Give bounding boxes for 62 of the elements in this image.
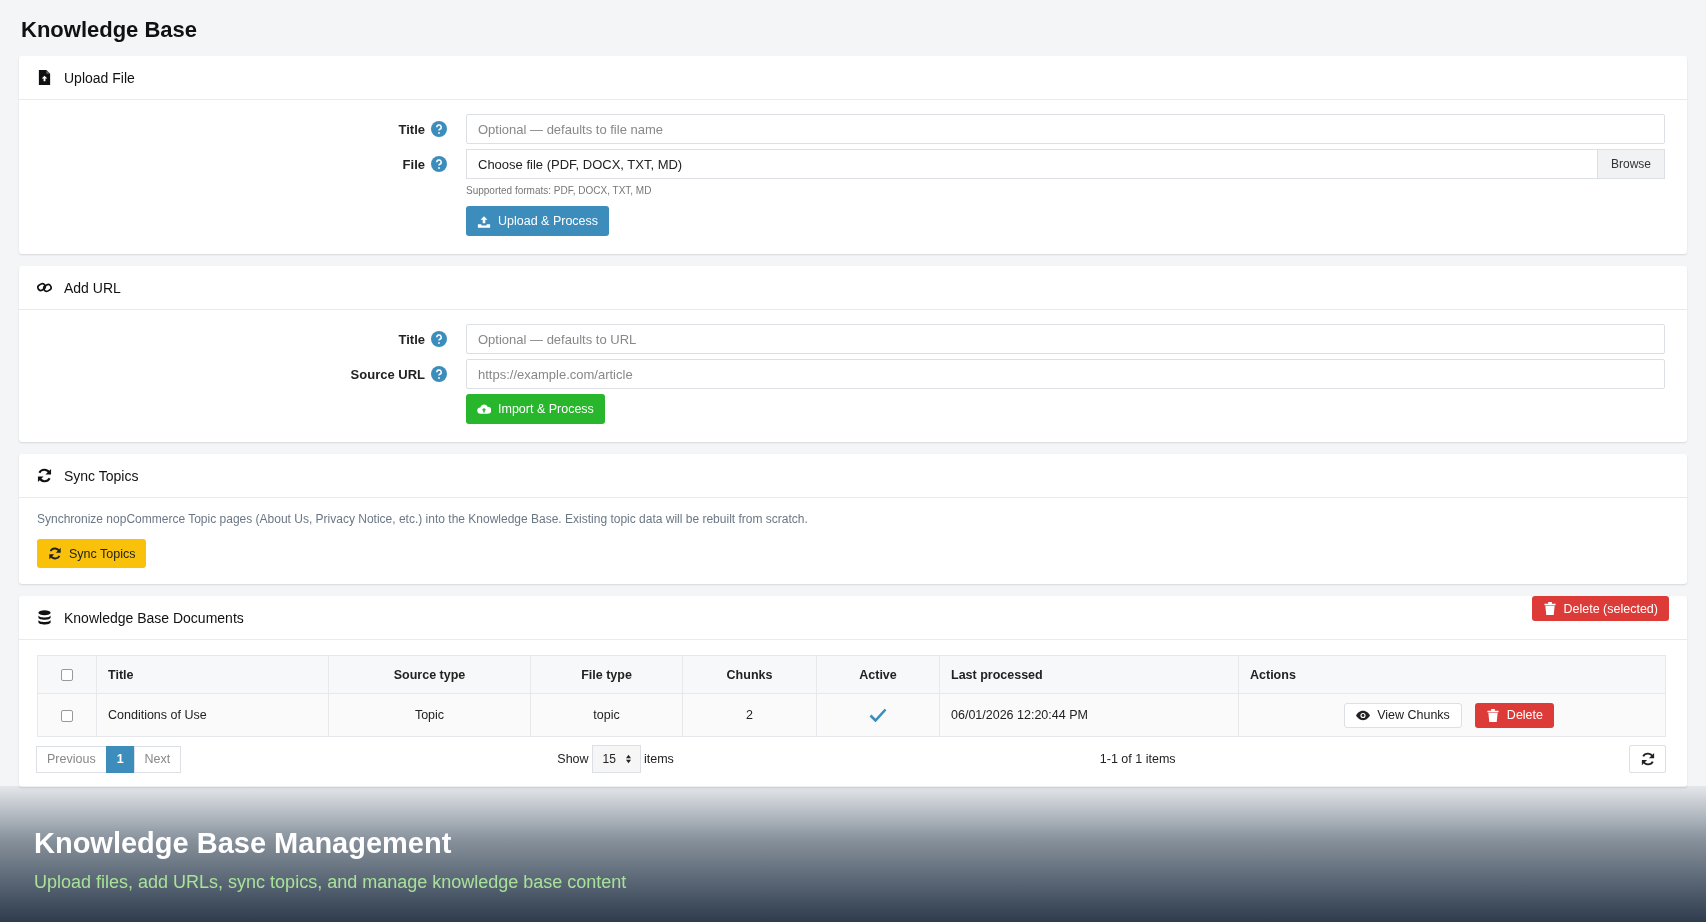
cloud-upload-icon bbox=[477, 402, 491, 416]
items-summary: 1-1 of 1 items bbox=[1099, 752, 1176, 766]
help-icon[interactable] bbox=[431, 121, 447, 137]
previous-button[interactable]: Previous bbox=[36, 745, 107, 773]
upload-button[interactable]: Upload & Process bbox=[466, 206, 610, 236]
card-title: Sync Topics bbox=[64, 467, 139, 484]
table-cell: Conditions of Use bbox=[96, 693, 329, 737]
view-chunks-button[interactable]: View Chunks bbox=[1344, 702, 1462, 728]
text-field[interactable]: Optional — defaults to file name bbox=[466, 114, 1665, 144]
column-header: Last processed bbox=[939, 655, 1239, 694]
column-header: Chunks bbox=[682, 655, 817, 694]
page-title: Knowledge Base bbox=[20, 16, 199, 44]
description-text: Synchronize nopCommerce Topic pages (About Us, Privacy Notice, etc.) into the Knowledge Base. Existing topic data will be rebuilt from scratch. bbox=[37, 512, 809, 526]
help-icon[interactable] bbox=[431, 331, 447, 347]
file-upload-icon bbox=[37, 70, 52, 85]
table-cell: topic bbox=[530, 693, 683, 737]
trash-icon bbox=[1485, 708, 1500, 722]
refresh-button[interactable] bbox=[1629, 745, 1666, 773]
column-header: Source type bbox=[328, 655, 531, 694]
sync-icon bbox=[48, 547, 62, 560]
sort-arrows-icon bbox=[624, 754, 632, 764]
sync-topics-button[interactable]: Sync Topics bbox=[37, 539, 147, 568]
column-header: Title bbox=[96, 655, 329, 694]
database-icon bbox=[37, 610, 52, 625]
row-checkbox[interactable] bbox=[61, 709, 73, 722]
help-icon[interactable] bbox=[431, 156, 447, 172]
text-field[interactable]: https://example.com/article bbox=[466, 359, 1665, 389]
delete-selected-button[interactable]: Delete (selected) bbox=[1531, 596, 1669, 621]
select-all-checkbox[interactable] bbox=[61, 669, 73, 682]
column-header: Active bbox=[816, 655, 940, 694]
table-cell: Topic bbox=[328, 693, 531, 737]
card-title: Upload File bbox=[64, 69, 135, 86]
field-label: Title bbox=[398, 331, 425, 347]
card-title: Knowledge Base Documents bbox=[64, 609, 244, 626]
delete-button[interactable]: Delete bbox=[1474, 702, 1554, 728]
file-field[interactable]: Choose file (PDF, DOCX, TXT, MD) bbox=[466, 149, 1598, 179]
page-button[interactable]: 1 bbox=[105, 745, 135, 773]
caption-subtitle: Upload files, add URLs, sync topics, and manage knowledge base content bbox=[34, 872, 628, 893]
table-cell: 2 bbox=[682, 693, 817, 737]
import-button[interactable]: Import & Process bbox=[466, 394, 605, 424]
help-icon[interactable] bbox=[431, 366, 447, 382]
card-title: Add URL bbox=[64, 279, 121, 296]
field-hint: Supported formats: PDF, DOCX, TXT, MD bbox=[466, 185, 653, 196]
caption-title: Knowledge Base Management bbox=[34, 827, 453, 860]
text-field[interactable]: Optional — defaults to URL bbox=[466, 324, 1665, 354]
field-label: Source URL bbox=[350, 366, 425, 382]
show-label: Show bbox=[557, 752, 589, 766]
page-size-select[interactable]: 15 bbox=[591, 745, 641, 773]
browse-button[interactable]: Browse bbox=[1598, 149, 1665, 179]
field-label: File bbox=[402, 156, 425, 172]
table-cell: 06/01/2026 12:20:44 PM bbox=[939, 693, 1239, 737]
field-label: Title bbox=[398, 121, 425, 137]
column-header: Actions bbox=[1238, 655, 1666, 694]
link-icon bbox=[37, 280, 52, 295]
next-button[interactable]: Next bbox=[133, 745, 182, 773]
refresh-icon bbox=[1640, 752, 1655, 766]
sync-icon bbox=[37, 468, 52, 483]
trash-icon bbox=[1542, 602, 1557, 615]
eye-icon bbox=[1356, 708, 1371, 722]
column-header: File type bbox=[530, 655, 683, 694]
items-label: items bbox=[643, 752, 674, 766]
upload-icon bbox=[477, 214, 491, 228]
